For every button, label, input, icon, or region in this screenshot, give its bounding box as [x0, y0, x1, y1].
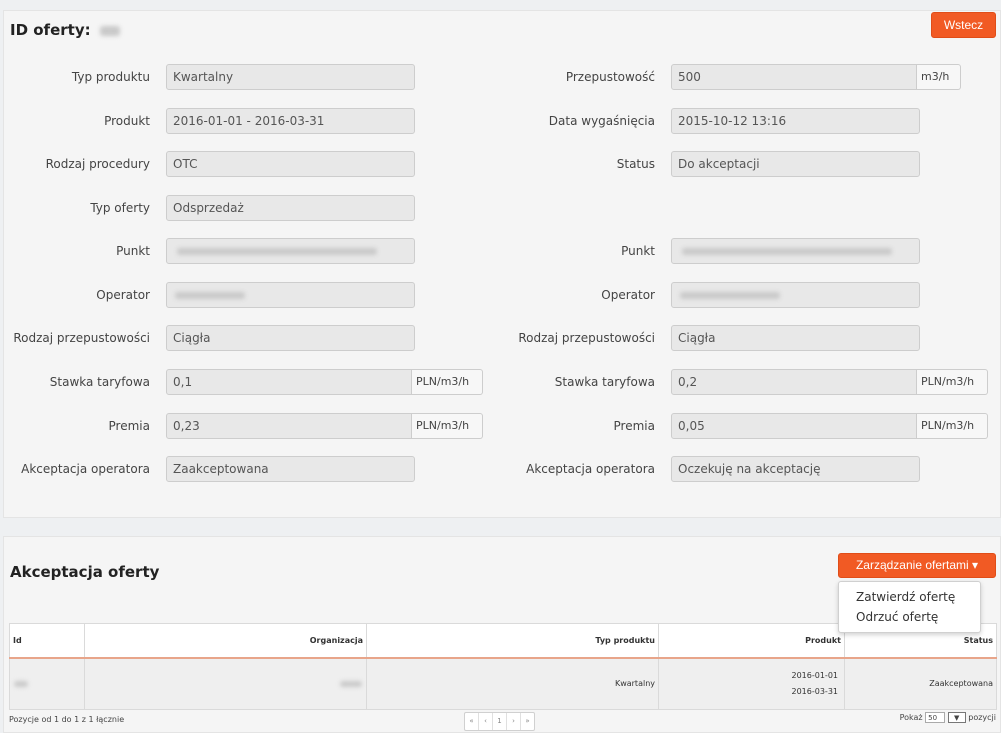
product-end-date: 2016-03-31 — [791, 687, 839, 696]
field-capacity-kind-right: Ciągła — [671, 325, 920, 351]
field-tariff-rate-left: 0,1 — [166, 369, 412, 395]
field-operator-left — [166, 282, 415, 308]
field-product-type: Kwartalny — [166, 64, 415, 90]
label-tariff-rate-left: Stawka taryfowa — [49, 375, 150, 389]
field-operator-acceptance-left: Zaakceptowana — [166, 456, 415, 482]
field-point-left — [166, 238, 415, 264]
unit-tariff-rate-left: PLN/m3/h — [412, 369, 483, 395]
manage-offers-button[interactable]: Zarządzanie ofertami ▾ — [838, 553, 996, 578]
product-start-date: 2016-01-01 — [791, 671, 839, 680]
page-size-label: Pokaż — [899, 713, 923, 722]
label-tariff-rate-right: Stawka taryfowa — [554, 375, 655, 389]
field-capacity: 500 — [671, 64, 917, 90]
cell-id — [9, 657, 85, 710]
unit-premium-right: PLN/m3/h — [917, 413, 988, 439]
page-size-control: Pokaż 50 ▼ pozycji — [900, 712, 996, 723]
field-offer-type: Odsprzedaż — [166, 195, 415, 221]
offer-id-title: ID oferty: — [10, 21, 120, 39]
point-right-redacted — [682, 248, 892, 255]
label-capacity-kind-left: Rodzaj przepustowości — [13, 331, 150, 345]
field-premium-right: 0,05 — [671, 413, 917, 439]
label-procedure-type: Rodzaj procedury — [45, 157, 150, 171]
label-point-left: Punkt — [116, 244, 150, 258]
pagination-info: Pozycje od 1 do 1 z 1 łącznie — [9, 715, 125, 724]
field-expiry-date: 2015-10-12 13:16 — [671, 108, 920, 134]
label-operator-right: Operator — [601, 288, 655, 302]
page-size-select[interactable]: 50 — [925, 712, 946, 723]
column-header-product-type[interactable]: Typ produktu — [366, 623, 659, 659]
label-status: Status — [616, 157, 655, 171]
cell-product-type: Kwartalny — [366, 657, 659, 710]
field-premium-left: 0,23 — [166, 413, 412, 439]
field-operator-right — [671, 282, 920, 308]
cell-organization — [84, 657, 367, 710]
pager-next-button[interactable]: › — [507, 713, 521, 730]
field-status: Do akceptacji — [671, 151, 920, 177]
label-offer-type: Typ oferty — [90, 201, 150, 215]
label-premium-left: Premia — [108, 419, 150, 433]
page-size-suffix: pozycji — [968, 713, 996, 722]
unit-tariff-rate-right: PLN/m3/h — [917, 369, 988, 395]
back-button[interactable]: Wstecz — [931, 12, 996, 38]
field-capacity-kind-left: Ciągła — [166, 325, 415, 351]
pager-prev-button[interactable]: ‹ — [479, 713, 493, 730]
operator-left-redacted — [175, 292, 245, 299]
acceptance-table: Id Organizacja Typ produktu Produkt Stat… — [9, 623, 997, 710]
acceptance-title: Akceptacja oferty — [10, 563, 160, 581]
column-header-product[interactable]: Produkt — [658, 623, 845, 659]
label-product-type: Typ produktu — [71, 70, 150, 84]
label-expiry-date: Data wygaśnięcia — [548, 114, 655, 128]
unit-capacity: m3/h — [917, 64, 961, 90]
label-product: Produkt — [104, 114, 150, 128]
unit-premium-left: PLN/m3/h — [412, 413, 483, 439]
pagination: « ‹ 1 › » — [464, 712, 535, 731]
organization-redacted — [340, 680, 362, 687]
label-premium-right: Premia — [613, 419, 655, 433]
menu-item-approve-offer[interactable]: Zatwierdź ofertę — [839, 587, 980, 607]
manage-offers-menu: Zatwierdź ofertę Odrzuć ofertę — [838, 581, 981, 633]
point-left-redacted — [177, 248, 377, 255]
label-operator-acceptance-right: Akceptacja operatora — [526, 462, 655, 476]
field-procedure-type: OTC — [166, 151, 415, 177]
offer-id-value-redacted — [99, 25, 120, 36]
label-capacity: Przepustowość — [565, 70, 655, 84]
label-operator-left: Operator — [96, 288, 150, 302]
label-capacity-kind-right: Rodzaj przepustowości — [518, 331, 655, 345]
field-operator-acceptance-right: Oczekuję na akceptację — [671, 456, 920, 482]
table-row[interactable]: Kwartalny 2016-01-01 2016-03-31 Zaakcept… — [9, 657, 997, 710]
pager-page-1[interactable]: 1 — [493, 713, 507, 730]
label-point-right: Punkt — [621, 244, 655, 258]
field-product: 2016-01-01 - 2016-03-31 — [166, 108, 415, 134]
column-header-organization[interactable]: Organizacja — [84, 623, 367, 659]
label-operator-acceptance-left: Akceptacja operatora — [21, 462, 150, 476]
column-header-id[interactable]: Id — [9, 623, 85, 659]
operator-right-redacted — [680, 292, 780, 299]
cell-status: Zaakceptowana — [844, 657, 997, 710]
cell-product: 2016-01-01 2016-03-31 — [658, 657, 845, 710]
id-redacted — [14, 680, 28, 687]
field-tariff-rate-right: 0,2 — [671, 369, 917, 395]
pager-last-button[interactable]: » — [521, 713, 534, 730]
menu-item-reject-offer[interactable]: Odrzuć ofertę — [839, 607, 980, 627]
pager-first-button[interactable]: « — [465, 713, 479, 730]
field-point-right — [671, 238, 920, 264]
page-size-dropdown-icon[interactable]: ▼ — [947, 712, 966, 723]
